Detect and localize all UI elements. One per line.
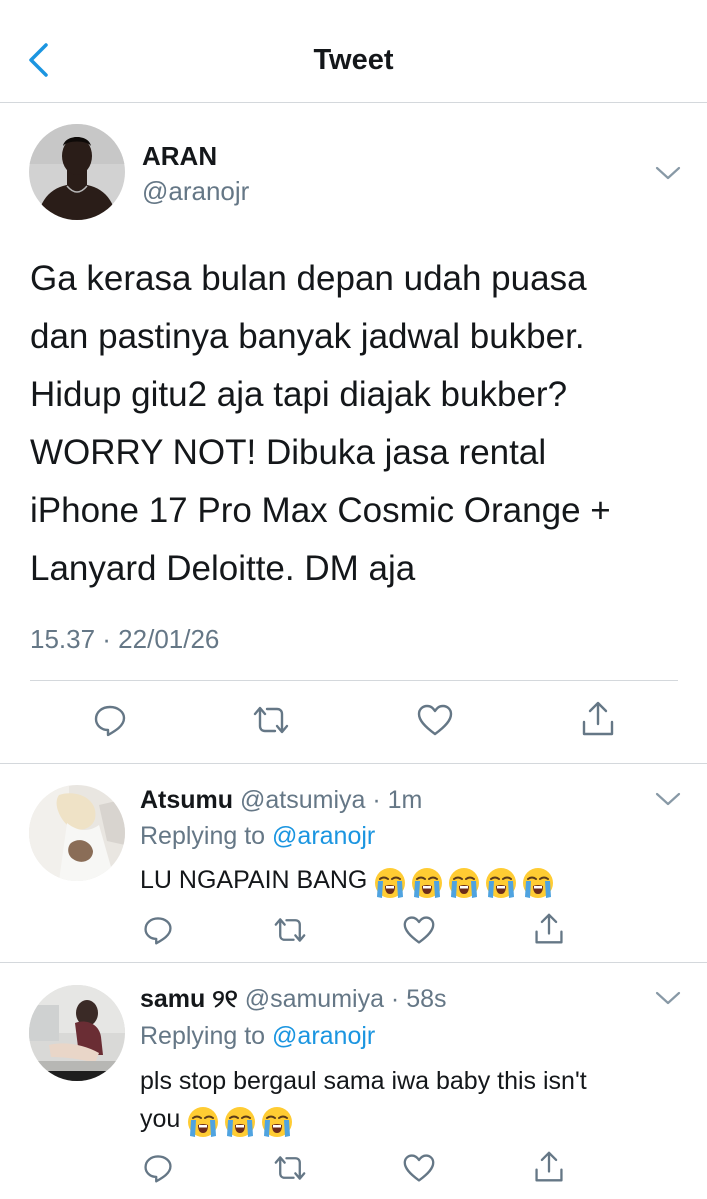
tweet-text-line: dan pastinya banyak jadwal bukber. [30, 317, 585, 356]
replying-to: Replying to @aranojr [140, 1022, 375, 1051]
replying-to: Replying to @aranojr [140, 822, 375, 851]
share-icon[interactable] [533, 912, 565, 946]
loudly-crying-face-icon [448, 867, 480, 899]
reply-author-name[interactable]: samu ୨୧ [140, 985, 238, 1013]
loudly-crying-face-icon [224, 1106, 256, 1138]
replying-to-link[interactable]: @aranojr [272, 822, 375, 850]
share-icon[interactable] [533, 1150, 565, 1184]
avatar[interactable] [29, 124, 125, 220]
author-name[interactable]: ARAN [142, 141, 217, 172]
page-title: Tweet [313, 44, 394, 76]
loudly-crying-face-icon [187, 1106, 219, 1138]
like-icon[interactable] [416, 702, 454, 738]
emoji-row [374, 862, 559, 900]
loudly-crying-face-icon [261, 1106, 293, 1138]
chevron-down-icon[interactable] [654, 790, 682, 808]
reply-icon[interactable] [142, 1152, 174, 1184]
reply-text: LU NGAPAIN BANG [140, 861, 680, 900]
retweet-icon[interactable] [272, 1152, 308, 1184]
chevron-down-icon[interactable] [654, 989, 682, 1007]
reply-author-handle[interactable]: @samumiya · 58s [245, 985, 447, 1013]
nav-bar: Tweet [0, 0, 707, 103]
divider [30, 680, 678, 681]
loudly-crying-face-icon [374, 867, 406, 899]
reply-author-name[interactable]: Atsumu [140, 786, 233, 814]
retweet-icon[interactable] [251, 702, 291, 738]
tweet-text: Ga kerasa bulan depan udah puasa dan pas… [30, 250, 680, 598]
share-icon[interactable] [580, 700, 616, 738]
tweet-text-line: Hidup gitu2 aja tapi diajak bukber? [30, 375, 568, 414]
loudly-crying-face-icon [522, 867, 554, 899]
reply-header: samu ୨୧ @samumiya · 58s [140, 985, 447, 1014]
reply-text: pls stop bergaul sama iwa baby this isn'… [140, 1062, 680, 1139]
divider [0, 962, 707, 963]
replying-to-link[interactable]: @aranojr [272, 1022, 375, 1050]
reply-icon[interactable] [142, 914, 174, 946]
tweet-text-line: Ga kerasa bulan depan udah puasa [30, 259, 587, 298]
loudly-crying-face-icon [411, 867, 443, 899]
avatar[interactable] [29, 785, 125, 881]
like-icon[interactable] [402, 914, 436, 946]
retweet-icon[interactable] [272, 914, 308, 946]
reply-header: Atsumu @atsumiya · 1m [140, 786, 422, 815]
tweet-text-line: Lanyard Deloitte. DM aja [30, 549, 416, 588]
like-icon[interactable] [402, 1152, 436, 1184]
tweet-timestamp: 15.37 · 22/01/26 [30, 624, 220, 654]
replying-to-prefix: Replying to [140, 1022, 266, 1050]
author-handle[interactable]: @aranojr [142, 176, 249, 207]
tweet-text-line: iPhone 17 Pro Max Cosmic Orange + [30, 491, 611, 530]
replying-to-prefix: Replying to [140, 822, 266, 850]
reply-text-line: LU NGAPAIN BANG [140, 866, 368, 894]
reply-text-line: you [140, 1105, 181, 1133]
tweet-text-line: WORRY NOT! Dibuka jasa rental [30, 433, 547, 472]
avatar[interactable] [29, 985, 125, 1081]
emoji-row [187, 1101, 298, 1139]
loudly-crying-face-icon [485, 867, 517, 899]
chevron-down-icon[interactable] [654, 164, 682, 182]
reply-text-line: pls stop bergaul sama iwa baby this isn'… [140, 1067, 587, 1095]
reply-author-handle[interactable]: @atsumiya · 1m [240, 786, 422, 814]
reply-icon[interactable] [92, 702, 128, 738]
divider [0, 763, 707, 764]
